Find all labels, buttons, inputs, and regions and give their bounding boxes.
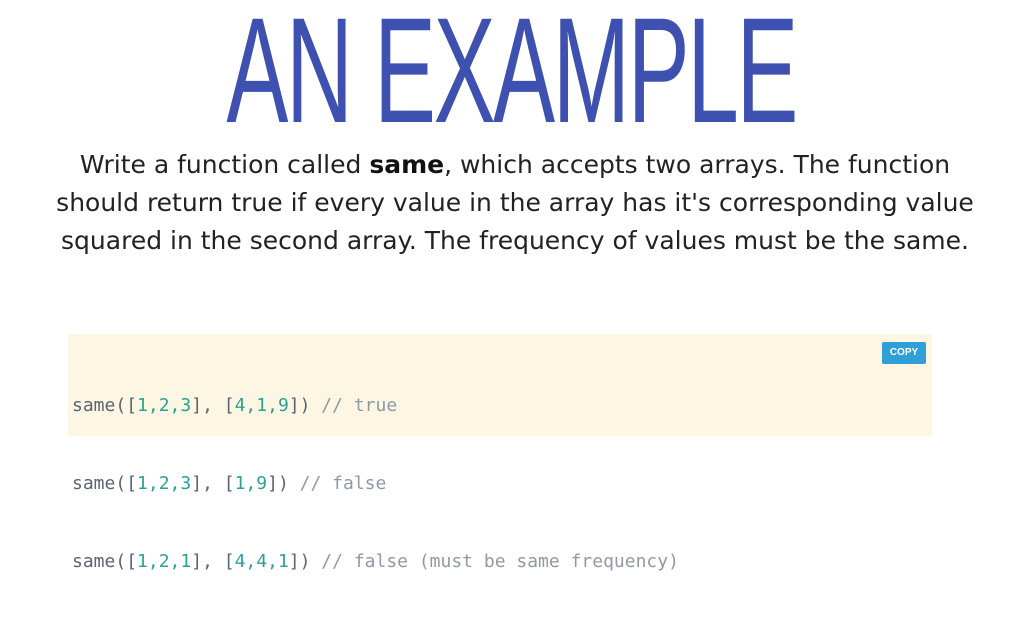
copy-code-button[interactable]: COPY <box>882 342 926 364</box>
code-line-1: same([1,2,3], [4,1,9]) // true <box>72 393 679 419</box>
code-lines: same([1,2,3], [4,1,9]) // true same([1,2… <box>72 341 679 627</box>
code-example-block: same([1,2,3], [4,1,9]) // true same([1,2… <box>68 334 932 572</box>
code-line-2: same([1,2,3], [1,9]) // false <box>72 471 679 497</box>
code-comment: // true <box>310 395 398 416</box>
code-function-name: same <box>72 551 116 572</box>
code-punctuation: ], [ <box>191 395 235 416</box>
code-punctuation: ([ <box>115 473 138 494</box>
code-array-2: 4,1,9 <box>234 395 289 416</box>
code-function-name: same <box>72 473 116 494</box>
code-array-1: 1,2,3 <box>137 473 192 494</box>
slide-title: AN EXAMPLE <box>226 0 798 154</box>
code-punctuation: ], [ <box>191 473 235 494</box>
code-array-1: 1,2,3 <box>137 395 192 416</box>
code-array-2: 4,4,1 <box>234 551 289 572</box>
code-line-3: same([1,2,1], [4,4,1]) // false (must be… <box>72 549 679 575</box>
code-punctuation: ]) <box>288 551 311 572</box>
problem-description: Write a function called same, which acce… <box>40 146 990 260</box>
code-array-1: 1,2,1 <box>137 551 192 572</box>
code-punctuation: ([ <box>115 395 138 416</box>
code-comment: // false (must be same frequency) <box>310 551 679 572</box>
code-punctuation: ]) <box>288 395 311 416</box>
code-punctuation: ], [ <box>191 551 235 572</box>
description-text-start: Write a function called <box>79 150 370 179</box>
code-function-name: same <box>72 395 116 416</box>
code-array-2: 1,9 <box>234 473 268 494</box>
code-punctuation: ]) <box>267 473 289 494</box>
function-name-highlight: same <box>369 150 445 179</box>
code-punctuation: ([ <box>115 551 138 572</box>
code-comment: // false <box>288 473 387 494</box>
